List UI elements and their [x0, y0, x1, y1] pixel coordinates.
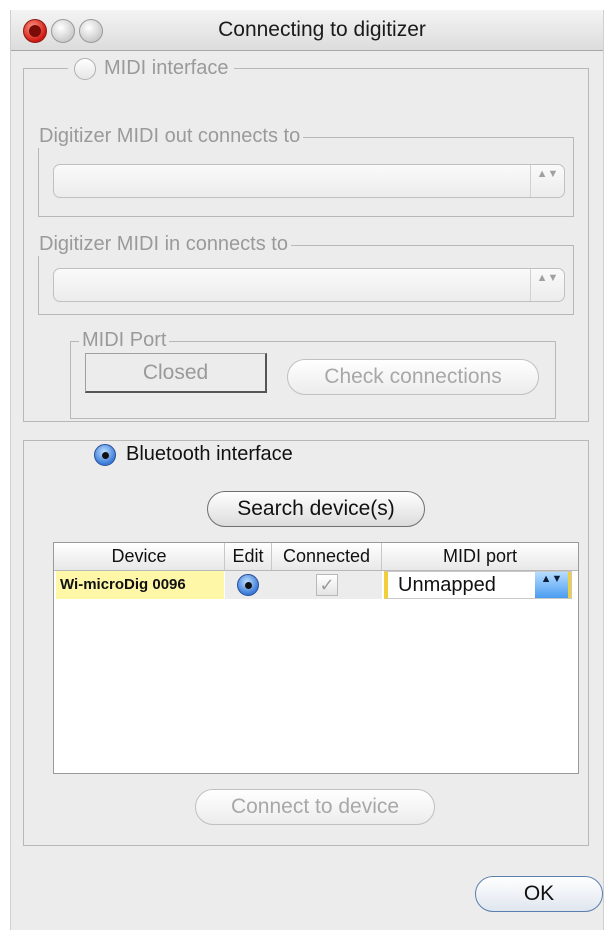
search-devices-button[interactable]: Search device(s)	[207, 491, 425, 527]
select-arrows-icon: ▲▼	[530, 269, 564, 301]
midi-port-closed-button[interactable]: Closed	[85, 353, 267, 393]
select-arrows-icon: ▲▼	[535, 572, 571, 598]
midi-interface-legend: MIDI interface	[68, 57, 235, 80]
midi-out-group: Digitizer MIDI out connects to ▲▼	[36, 125, 574, 217]
dialog-window: Connecting to digitizer MIDI interface D…	[10, 10, 604, 930]
midi-in-label: Digitizer MIDI in connects to	[36, 233, 291, 256]
device-table: Device Edit Connected MIDI port Wi-micro…	[53, 542, 579, 774]
column-header-midi-port[interactable]: MIDI port	[382, 543, 578, 570]
midi-in-group: Digitizer MIDI in connects to ▲▼	[36, 233, 574, 315]
midi-port-cell: Unmapped ▲▼	[384, 571, 574, 599]
ok-button[interactable]: OK	[475, 876, 603, 912]
window-title: Connecting to digitizer	[218, 18, 426, 41]
midi-port-select[interactable]: Unmapped ▲▼	[384, 571, 572, 599]
table-row[interactable]: Wi-microDig 0096 ✓ Unmapped ▲▼	[54, 571, 578, 601]
column-header-device[interactable]: Device	[54, 543, 225, 570]
connected-cell: ✓	[272, 571, 382, 599]
midi-port-value: Unmapped	[398, 574, 496, 596]
midi-interface-label: MIDI interface	[104, 57, 229, 79]
midi-interface-radio[interactable]	[74, 57, 96, 80]
edit-cell	[225, 571, 272, 599]
midi-port-label: MIDI Port	[79, 329, 170, 352]
connected-checkbox[interactable]: ✓	[316, 574, 338, 596]
table-header: Device Edit Connected MIDI port	[54, 543, 578, 571]
bluetooth-interface-label: Bluetooth interface	[126, 443, 293, 465]
title-bar: Connecting to digitizer	[11, 10, 603, 51]
midi-out-select[interactable]: ▲▼	[53, 164, 565, 198]
midi-out-label: Digitizer MIDI out connects to	[36, 125, 304, 148]
connect-to-device-button[interactable]: Connect to device	[195, 789, 435, 825]
column-header-connected[interactable]: Connected	[272, 543, 382, 570]
midi-in-select[interactable]: ▲▼	[53, 268, 565, 302]
select-arrows-icon: ▲▼	[530, 165, 564, 197]
device-name-cell[interactable]: Wi-microDig 0096	[56, 571, 224, 599]
check-connections-button[interactable]: Check connections	[287, 359, 539, 395]
bluetooth-interface-radio[interactable]	[94, 443, 116, 466]
edit-radio[interactable]	[237, 574, 259, 596]
bluetooth-interface-legend: Bluetooth interface	[88, 443, 299, 466]
column-header-edit[interactable]: Edit	[225, 543, 272, 570]
